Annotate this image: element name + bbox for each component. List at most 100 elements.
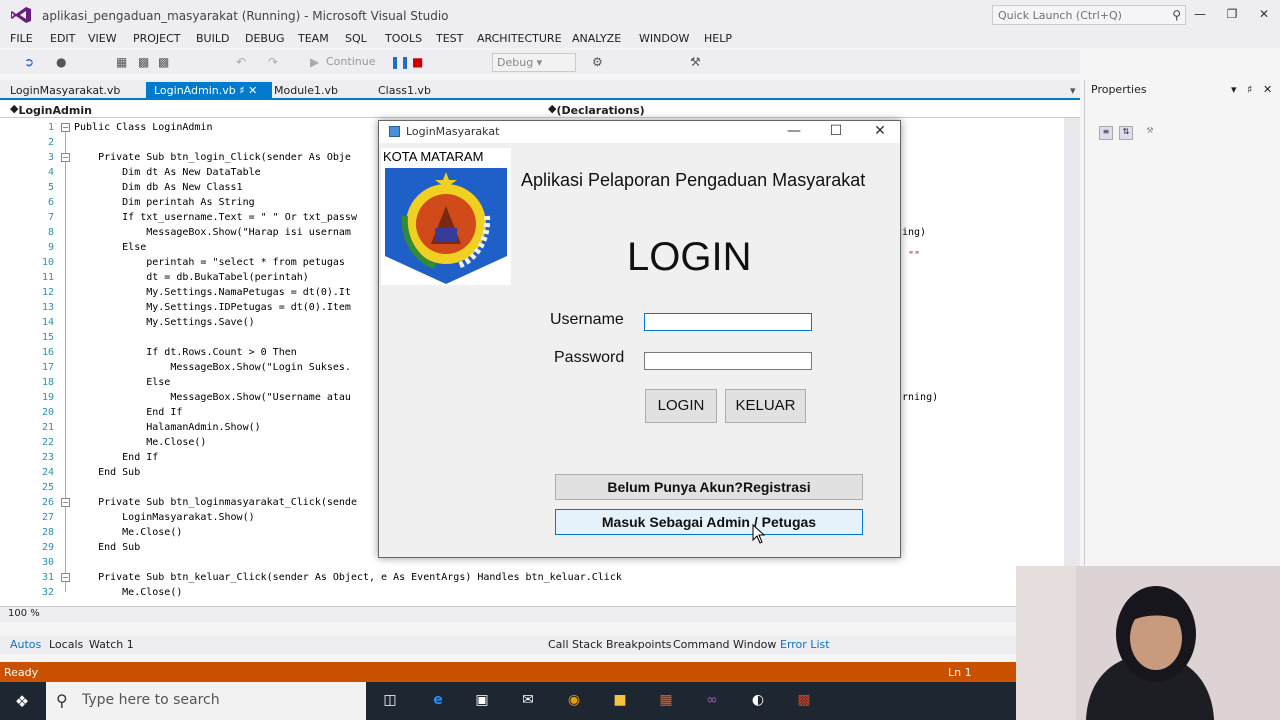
task-view-icon[interactable]: ◫ (380, 692, 400, 710)
menu-edit[interactable]: EDIT (50, 32, 75, 45)
mail-icon[interactable]: ✉ (518, 692, 538, 710)
close-icon[interactable]: ✕ (1263, 83, 1272, 96)
collapse-icon[interactable]: − (61, 573, 70, 582)
taskbar-search[interactable]: ⚲ Type here to search (46, 682, 366, 720)
tab-command-window[interactable]: Command Window (673, 638, 776, 651)
username-input[interactable] (644, 313, 812, 331)
menu-build[interactable]: BUILD (196, 32, 229, 45)
toolbar: ➲ ● ▦ ▩ ▩ ↶ ↷ ▶ Continue ❚❚ ■ Debug ▾ ⚙ … (0, 50, 1080, 74)
visual-studio-icon[interactable]: ∞ (702, 692, 722, 710)
tab-autos[interactable]: Autos (10, 638, 41, 651)
quick-launch-input[interactable]: Quick Launch (Ctrl+Q) ⚲ (992, 5, 1186, 25)
minimize-icon[interactable]: — (779, 123, 809, 139)
menu-debug[interactable]: DEBUG (245, 32, 285, 45)
minimize-icon[interactable]: — (1190, 7, 1210, 21)
menu-window[interactable]: WINDOW (639, 32, 689, 45)
app-icon[interactable]: ◐ (748, 692, 768, 710)
dropdown-icon[interactable]: ▾ (1231, 83, 1237, 96)
store-icon[interactable]: ▣ (472, 692, 492, 710)
pin-icon[interactable]: ♯ (1247, 83, 1252, 96)
menu-view[interactable]: VIEW (88, 32, 117, 45)
exit-button[interactable]: KELUAR (725, 389, 806, 423)
logo-panel: KOTA MATARAM (381, 148, 511, 285)
menu-tools[interactable]: TOOLS (385, 32, 422, 45)
line-number: 28 (41, 527, 54, 538)
tab-watch1[interactable]: Watch 1 (89, 638, 134, 651)
line-number: 11 (41, 272, 54, 283)
undo-icon[interactable]: ↶ (236, 55, 246, 69)
admin-login-button[interactable]: Masuk Sebagai Admin / Petugas (555, 509, 863, 535)
class-dropdown[interactable]: ◆ LoginAdmin (10, 102, 92, 117)
properties-panel: Properties ▾ ♯ ✕ ≡ ⇅ ⚒ (1084, 80, 1280, 640)
tab-module1[interactable]: Module1.vb (266, 82, 346, 99)
redo-icon[interactable]: ↷ (268, 55, 278, 69)
password-input[interactable] (644, 352, 812, 370)
menu-sql[interactable]: SQL (345, 32, 367, 45)
restore-icon[interactable]: ❐ (1222, 7, 1242, 21)
zoom-level[interactable]: 100 % (8, 608, 40, 619)
menu-analyze[interactable]: ANALYZE (572, 32, 621, 45)
tab-loginmasyarakat[interactable]: LoginMasyarakat.vb (2, 82, 128, 99)
tab-class1[interactable]: Class1.vb (370, 82, 439, 99)
tab-loginadmin[interactable]: LoginAdmin.vb ♯ ✕ (146, 82, 272, 99)
pause-icon[interactable]: ❚❚ (390, 55, 410, 69)
member-dropdown[interactable]: ◆ (Declarations) (548, 102, 645, 117)
menu-team[interactable]: TEAM (298, 32, 329, 45)
back-icon[interactable]: ➲ (24, 55, 34, 69)
collapse-icon[interactable]: − (61, 123, 70, 132)
line-number: 26 (41, 497, 54, 508)
stop-icon[interactable]: ■ (412, 55, 423, 69)
save-all-icon[interactable]: ▩ (158, 55, 169, 69)
presenter-image (1016, 566, 1280, 720)
register-button[interactable]: Belum Punya Akun?Registrasi (555, 474, 863, 500)
edge-icon[interactable]: e (428, 692, 448, 710)
save-icon[interactable]: ▩ (138, 55, 149, 69)
chrome-icon[interactable]: ◉ (564, 692, 584, 710)
collapse-icon[interactable]: − (61, 498, 70, 507)
windows-start-icon[interactable]: ❖ (12, 692, 32, 711)
line-number: 2 (47, 137, 54, 148)
attach-icon[interactable]: ⚙ (592, 55, 603, 69)
login-button[interactable]: LOGIN (645, 389, 717, 423)
code-line: Private Sub btn_loginmasyarakat_Click(se… (74, 497, 357, 508)
line-number: 24 (41, 467, 54, 478)
tab-locals[interactable]: Locals (49, 638, 83, 651)
menu-project[interactable]: PROJECT (133, 32, 181, 45)
zoom-bar: 100 % (0, 606, 1064, 622)
forward-icon[interactable]: ● (56, 55, 66, 69)
file-explorer-icon[interactable]: ■ (610, 692, 630, 710)
form-icon (389, 126, 400, 137)
close-icon[interactable]: ✕ (1254, 7, 1274, 21)
app-icon[interactable]: ▩ (794, 692, 814, 710)
alphabetical-icon[interactable]: ⇅ (1119, 126, 1133, 140)
property-pages-icon[interactable]: ⚒ (1143, 126, 1157, 140)
continue-icon[interactable]: ▶ (310, 55, 319, 69)
maximize-icon[interactable]: ☐ (821, 123, 851, 139)
menu-file[interactable]: FILE (10, 32, 33, 45)
new-project-icon[interactable]: ▦ (116, 55, 127, 69)
tab-close-icon[interactable]: ✕ (248, 84, 257, 97)
pin-icon[interactable]: ♯ (239, 84, 244, 97)
line-indicator: Ln 1 (948, 666, 972, 679)
tab-breakpoints[interactable]: Breakpoints (606, 638, 672, 651)
tools-icon[interactable]: ⚒ (690, 55, 701, 69)
code-line: dt = db.BukaTabel(perintah) (74, 272, 309, 283)
line-number: 4 (47, 167, 54, 178)
editor-scrollbar[interactable] (1064, 118, 1080, 606)
line-number: 17 (41, 362, 54, 373)
menu-test[interactable]: TEST (436, 32, 463, 45)
config-dropdown[interactable]: Debug ▾ (492, 53, 576, 72)
menu-architecture[interactable]: ARCHITECTURE (477, 32, 562, 45)
tab-call-stack[interactable]: Call Stack (548, 638, 602, 651)
categorized-icon[interactable]: ≡ (1099, 126, 1113, 140)
app-icon[interactable]: ▦ (656, 692, 676, 710)
tab-error-list[interactable]: Error List (780, 638, 830, 651)
menu-help[interactable]: HELP (704, 32, 732, 45)
navigation-bar: ◆ LoginAdmin ◆ (Declarations) (0, 100, 1080, 118)
continue-button[interactable]: Continue (326, 55, 375, 68)
tab-overflow-icon[interactable]: ▾ (1062, 82, 1084, 99)
collapse-icon[interactable]: − (61, 153, 70, 162)
close-icon[interactable]: ✕ (865, 123, 895, 139)
code-line: Else (74, 242, 147, 253)
login-heading: LOGIN (627, 235, 752, 279)
